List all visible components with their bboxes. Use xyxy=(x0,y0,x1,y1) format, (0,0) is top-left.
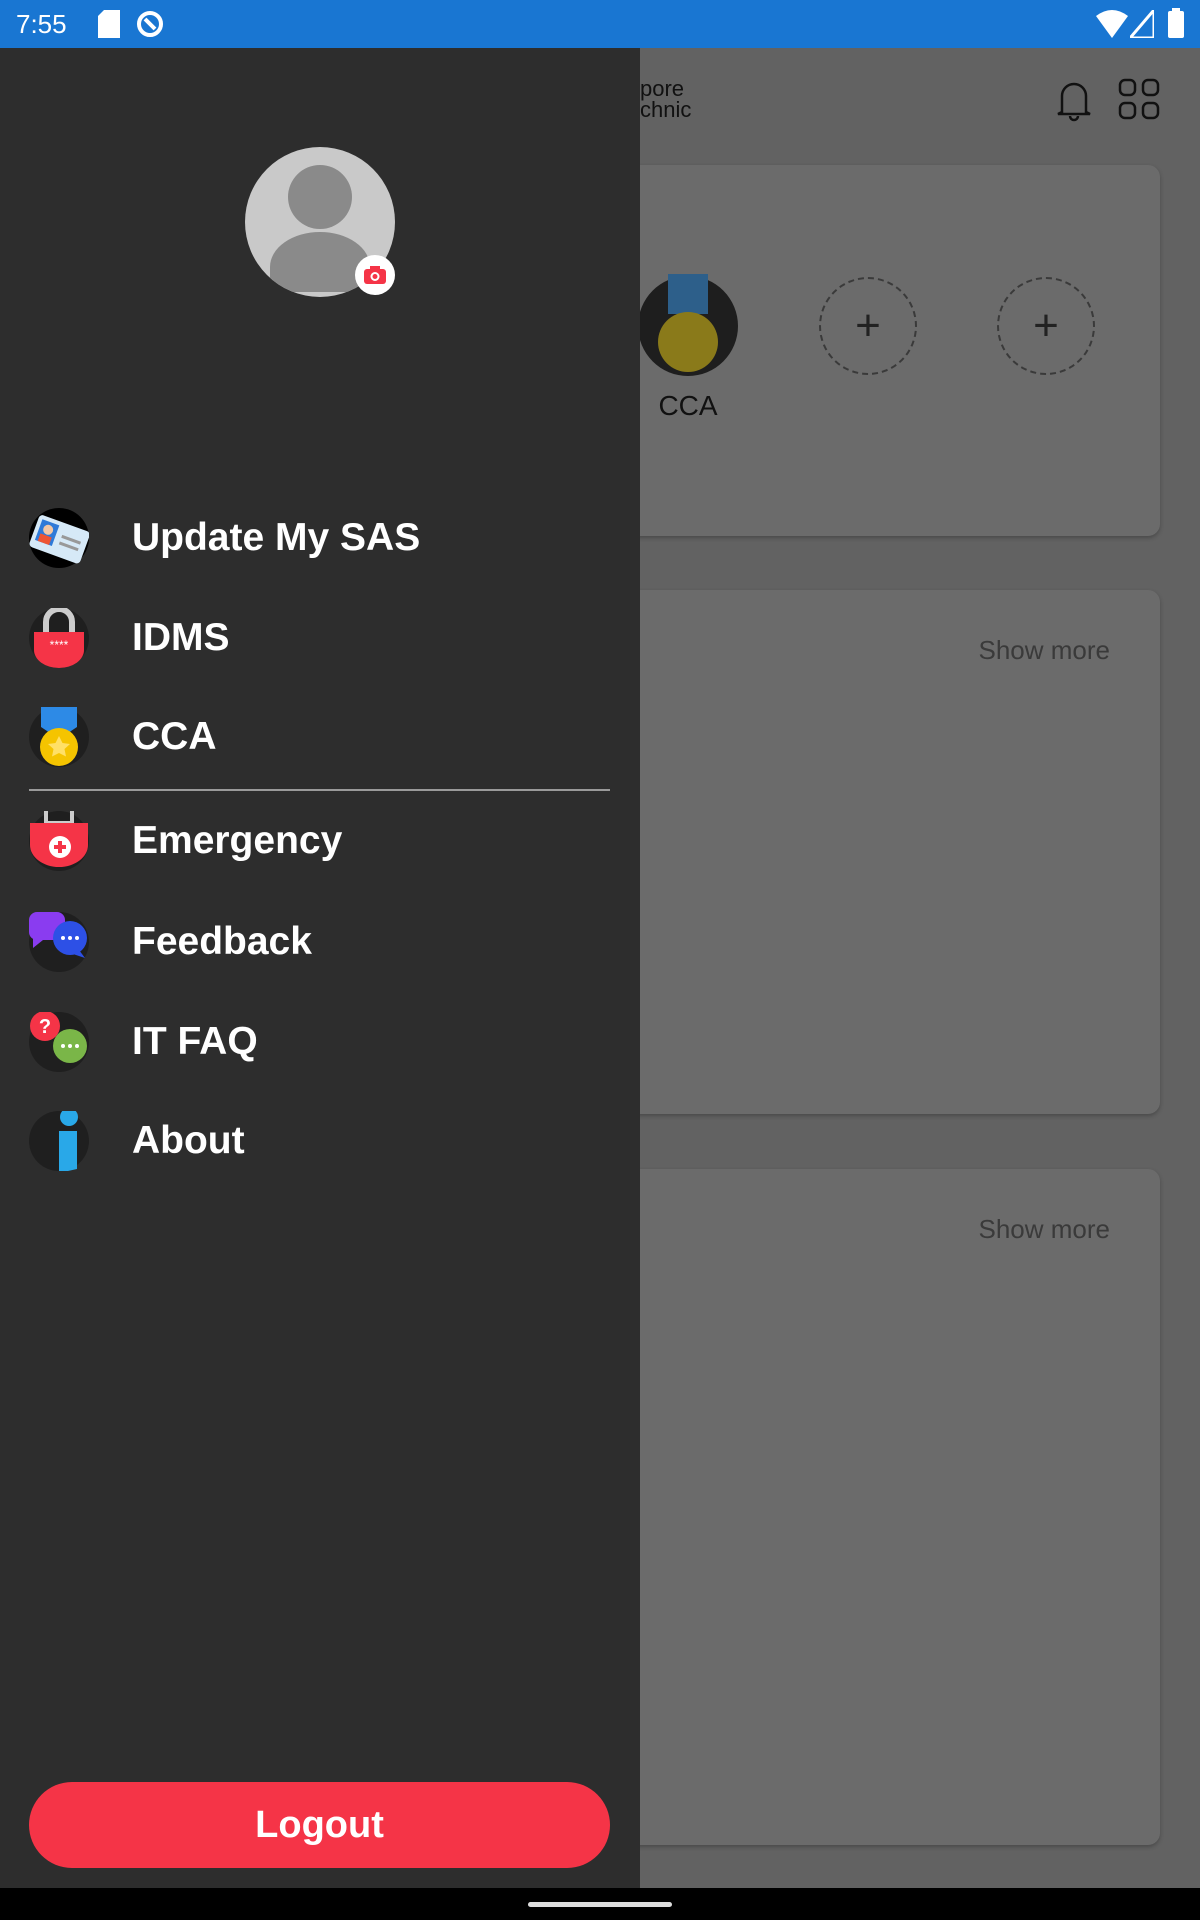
add-shortcut-button[interactable]: + xyxy=(997,277,1095,375)
signal-icon xyxy=(1130,10,1154,38)
home-gesture-handle[interactable] xyxy=(528,1902,672,1907)
camera-icon xyxy=(364,266,386,284)
status-bar: 7:55 xyxy=(0,0,1200,48)
logo-line: pore xyxy=(640,76,685,101)
wifi-icon xyxy=(1096,10,1128,38)
logo-line: chnic xyxy=(640,97,692,122)
drawer-item-cca[interactable]: CCA xyxy=(0,689,640,785)
bell-icon[interactable] xyxy=(1054,78,1094,122)
apps-grid-icon[interactable] xyxy=(1118,78,1160,120)
drawer-item-idms[interactable]: **** IDMS xyxy=(0,590,640,686)
shortcuts-card: CCA + + xyxy=(600,165,1160,536)
status-time: 7:55 xyxy=(16,9,67,39)
logo-partial: pore chnic xyxy=(640,76,692,122)
svg-text:****: **** xyxy=(50,638,69,652)
id-card-icon xyxy=(29,508,90,568)
drawer-item-label: IDMS xyxy=(132,616,230,659)
chat-bubbles-icon xyxy=(29,912,89,972)
sd-card-icon xyxy=(98,10,120,38)
medal-icon xyxy=(29,705,89,767)
drawer-item-about[interactable]: About xyxy=(0,1093,640,1189)
drawer-item-label: Feedback xyxy=(132,920,312,963)
drawer-item-label: About xyxy=(132,1119,245,1162)
system-nav-bar xyxy=(0,1888,1200,1920)
first-aid-icon xyxy=(29,805,89,871)
content-card: Show more xyxy=(600,590,1160,1114)
drawer-item-label: Emergency xyxy=(132,819,343,862)
battery-icon xyxy=(1168,8,1184,38)
drawer-item-update-my-sas[interactable]: Update My SAS xyxy=(0,490,640,586)
faq-icon: ? xyxy=(29,1011,89,1072)
show-more-link[interactable]: Show more xyxy=(979,1214,1111,1245)
add-shortcut-button[interactable]: + xyxy=(819,277,917,375)
shortcut-label: CCA xyxy=(658,390,718,421)
svg-text:?: ? xyxy=(39,1016,51,1038)
show-more-link[interactable]: Show more xyxy=(979,635,1111,666)
drawer-item-feedback[interactable]: Feedback xyxy=(0,894,640,990)
content-card: Show more xyxy=(600,1169,1160,1845)
camera-badge[interactable] xyxy=(355,255,395,295)
drawer-item-label: CCA xyxy=(132,715,217,758)
sync-icon xyxy=(137,11,163,37)
drawer-item-label: IT FAQ xyxy=(132,1020,258,1063)
info-icon xyxy=(29,1108,89,1173)
lock-icon: **** xyxy=(29,606,89,668)
medal-icon[interactable] xyxy=(638,274,738,376)
drawer-item-emergency[interactable]: Emergency xyxy=(0,793,640,889)
drawer-item-label: Update My SAS xyxy=(132,516,421,559)
drawer-divider xyxy=(29,789,610,791)
drawer-item-it-faq[interactable]: ? IT FAQ xyxy=(0,994,640,1090)
navigation-drawer: Update My SAS **** IDMS CCA Emergency Fe… xyxy=(0,48,640,1888)
logout-button[interactable]: Logout xyxy=(29,1782,610,1868)
